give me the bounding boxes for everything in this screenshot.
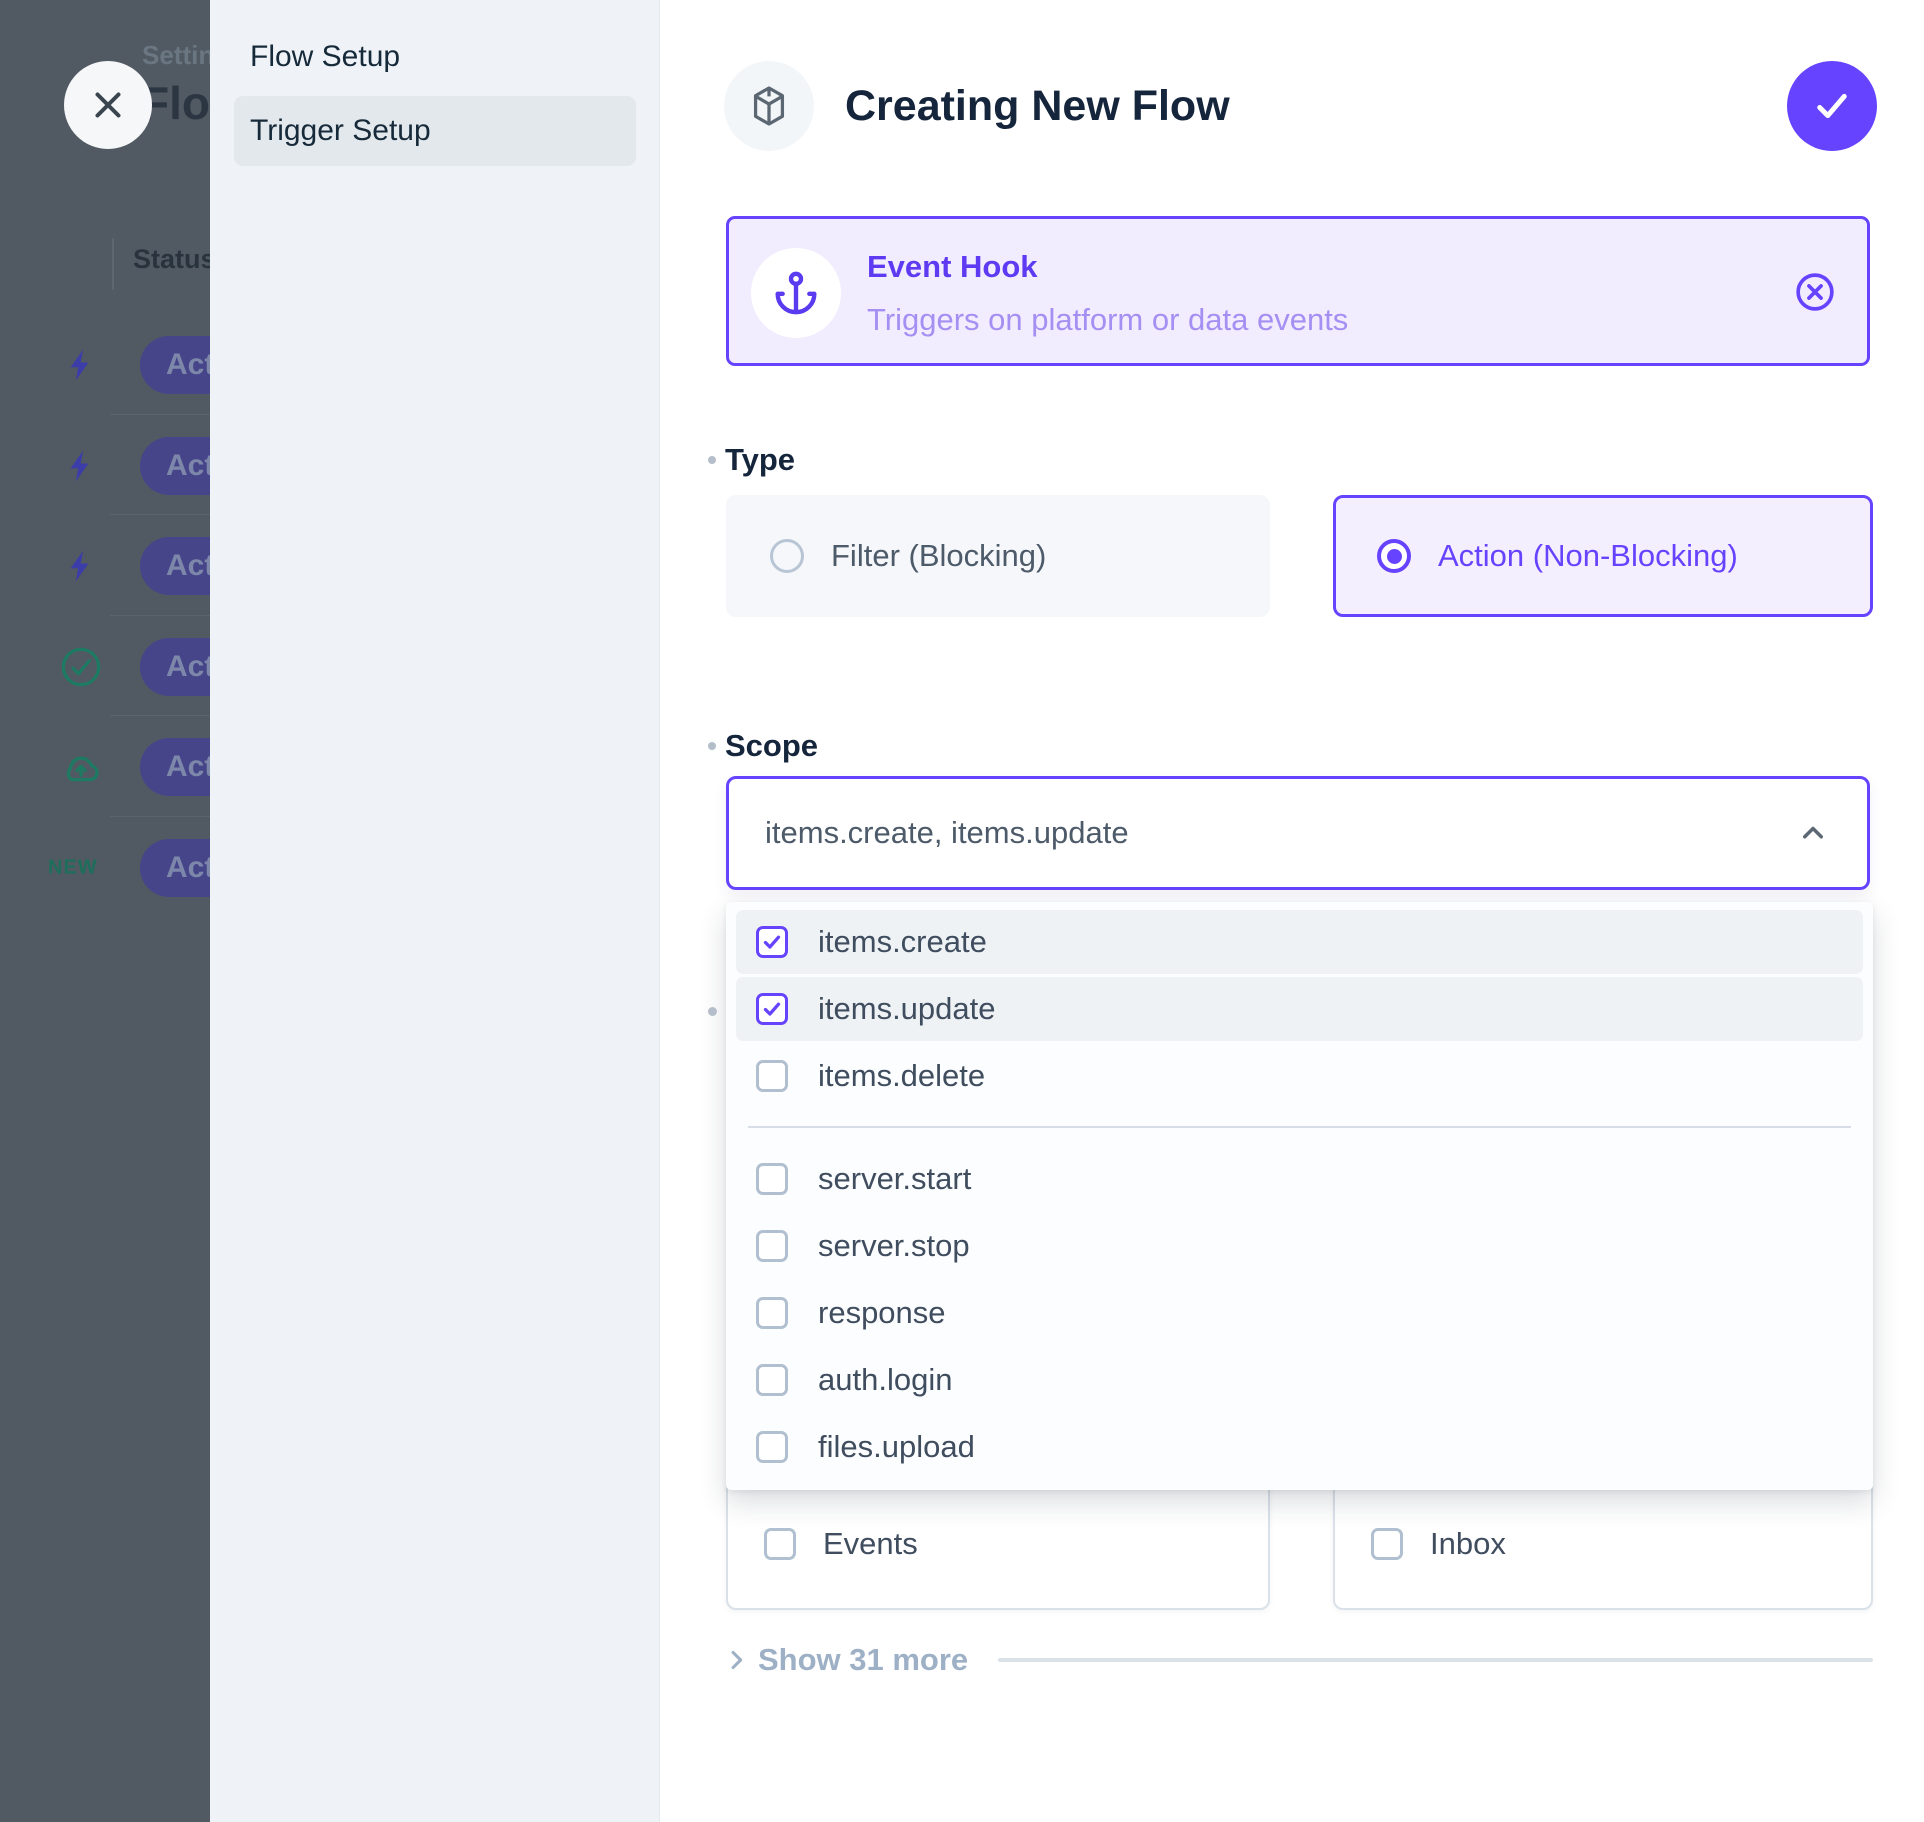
check-circle-icon <box>58 644 104 690</box>
show-more-divider <box>998 1658 1873 1662</box>
dropdown-option-label: server.stop <box>818 1228 970 1264</box>
dropdown-option-label: server.start <box>818 1161 971 1197</box>
show-more-row: Show 31 more <box>722 1636 1873 1684</box>
box-icon <box>746 83 792 129</box>
dropdown-option-label: files.upload <box>818 1429 975 1465</box>
nav-item-trigger-setup[interactable]: Trigger Setup <box>234 96 636 166</box>
drawer-header-icon-circle <box>724 61 814 151</box>
show-more-link[interactable]: Show 31 more <box>758 1642 968 1678</box>
checkbox-unchecked-icon[interactable] <box>756 1163 788 1195</box>
bolt-icon <box>58 342 104 388</box>
drawer-title: Creating New Flow <box>845 82 1230 131</box>
nav-item-flow-setup[interactable]: Flow Setup <box>234 22 636 92</box>
checkbox-unchecked-icon[interactable] <box>756 1431 788 1463</box>
cloud-upload-icon <box>58 744 104 790</box>
checkbox-unchecked-icon[interactable] <box>756 1297 788 1329</box>
anchor-icon <box>771 268 821 318</box>
dropdown-option-items-create[interactable]: items.create <box>736 910 1863 974</box>
checkbox-unchecked-icon[interactable] <box>764 1528 796 1560</box>
scope-dropdown-panel: items.create items.update items.delete s… <box>726 902 1873 1490</box>
radio-selected-icon <box>1377 539 1411 573</box>
radio-icon <box>770 539 804 573</box>
new-badge: NEW <box>48 857 98 880</box>
collection-checkbox-inbox[interactable]: Inbox <box>1333 1478 1873 1610</box>
dropdown-option-items-delete[interactable]: items.delete <box>736 1044 1863 1108</box>
dropdown-option-response[interactable]: response <box>736 1281 1863 1345</box>
radio-option-action-non-blocking[interactable]: Action (Non-Blocking) <box>1333 495 1873 617</box>
column-divider <box>112 238 114 290</box>
remove-trigger-button[interactable] <box>1793 270 1837 314</box>
radio-label: Filter (Blocking) <box>831 538 1046 574</box>
dropdown-option-label: auth.login <box>818 1362 952 1398</box>
trigger-icon-circle <box>751 248 841 338</box>
bolt-icon <box>58 443 104 489</box>
dropdown-option-label: items.update <box>818 991 996 1027</box>
status-column-header: Status <box>133 244 216 275</box>
dropdown-option-items-update[interactable]: items.update <box>736 977 1863 1041</box>
trigger-card-title: Event Hook <box>867 249 1038 285</box>
checkbox-unchecked-icon[interactable] <box>756 1060 788 1092</box>
checkbox-unchecked-icon[interactable] <box>756 1364 788 1396</box>
collection-checkbox-events[interactable]: Events <box>726 1478 1270 1610</box>
dropdown-option-label: items.create <box>818 924 987 960</box>
collection-card-label: Events <box>823 1526 918 1562</box>
drawer-nav: Flow Setup Trigger Setup <box>210 0 660 1822</box>
close-drawer-button[interactable] <box>64 61 152 149</box>
dropdown-option-server-stop[interactable]: server.stop <box>736 1214 1863 1278</box>
checkbox-checked-icon[interactable] <box>756 926 788 958</box>
dropdown-option-files-upload[interactable]: files.upload <box>736 1415 1863 1479</box>
collection-card-label: Inbox <box>1430 1526 1506 1562</box>
chevron-right-icon[interactable] <box>722 1646 750 1674</box>
radio-label: Action (Non-Blocking) <box>1438 538 1738 574</box>
trigger-type-card[interactable]: Event Hook Triggers on platform or data … <box>726 216 1870 366</box>
required-dot <box>708 1007 717 1016</box>
confirm-button[interactable] <box>1787 61 1877 151</box>
checkbox-checked-icon[interactable] <box>756 993 788 1025</box>
type-field-label: Type <box>708 442 795 478</box>
cancel-circle-icon <box>1793 270 1837 314</box>
scope-field-label: Scope <box>708 728 818 764</box>
trigger-card-subtitle: Triggers on platform or data events <box>867 302 1348 338</box>
radio-option-filter-blocking[interactable]: Filter (Blocking) <box>726 495 1270 617</box>
checkbox-unchecked-icon[interactable] <box>1371 1528 1403 1560</box>
required-dot <box>708 742 716 750</box>
scope-select-value: items.create, items.update <box>765 815 1795 851</box>
bolt-icon <box>58 543 104 589</box>
dropdown-option-server-start[interactable]: server.start <box>736 1147 1863 1211</box>
chevron-up-icon[interactable] <box>1795 815 1831 851</box>
dropdown-option-auth-login[interactable]: auth.login <box>736 1348 1863 1412</box>
dropdown-option-label: response <box>818 1295 946 1331</box>
dropdown-divider <box>748 1126 1851 1128</box>
dropdown-option-label: items.delete <box>818 1058 985 1094</box>
scope-select-input[interactable]: items.create, items.update <box>726 776 1870 890</box>
close-icon <box>87 84 129 126</box>
required-dot <box>708 456 716 464</box>
checkbox-unchecked-icon[interactable] <box>756 1230 788 1262</box>
check-icon <box>1809 83 1855 129</box>
create-flow-drawer: Creating New Flow Event Hook Triggers on… <box>660 0 1924 1822</box>
